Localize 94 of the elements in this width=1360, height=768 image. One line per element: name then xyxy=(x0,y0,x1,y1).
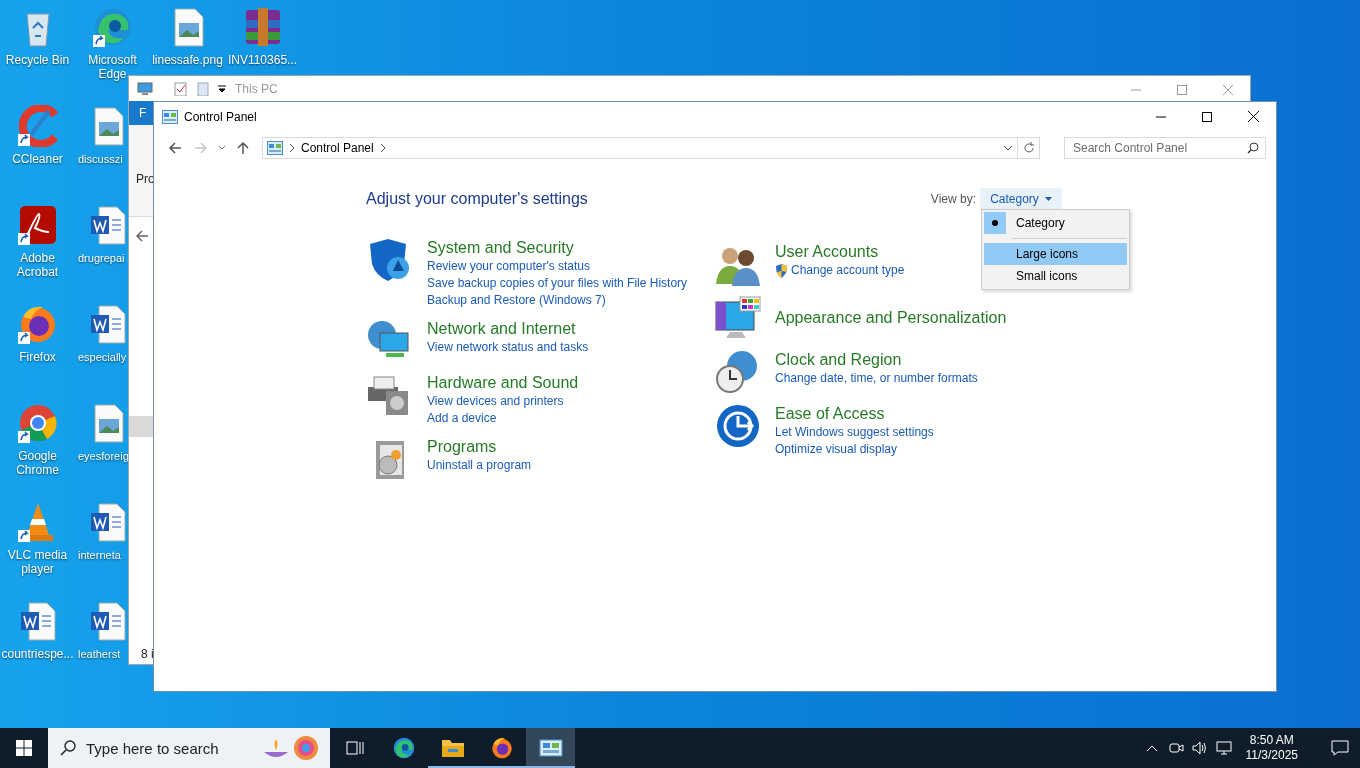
task-link[interactable]: View network status and tasks xyxy=(427,339,589,356)
desktop-icon-label[interactable]: Adobe Acrobat xyxy=(0,251,75,279)
caret-icon[interactable] xyxy=(217,83,227,94)
close-icon[interactable] xyxy=(1222,84,1234,96)
chrome-icon[interactable] xyxy=(16,402,59,444)
desktop-icon-label[interactable]: CCleaner xyxy=(12,152,63,166)
taskbar-search-box[interactable]: Type here to search xyxy=(48,728,330,768)
category-title-link[interactable]: Programs xyxy=(427,437,532,457)
category-title-link[interactable]: Hardware and Sound xyxy=(427,373,579,393)
desktop-icon-label[interactable]: VLC media player xyxy=(0,548,75,576)
refresh-icon xyxy=(1022,142,1035,154)
folder-icon xyxy=(440,737,465,759)
speech-bubble-icon xyxy=(1331,740,1349,756)
task-link[interactable]: Review your computer's status xyxy=(427,258,688,275)
monitor-palette-icon xyxy=(714,296,762,340)
control-panel-icon xyxy=(267,141,283,155)
menu-item[interactable]: Small icons xyxy=(984,265,1127,287)
task-link[interactable]: Add a device xyxy=(427,410,579,427)
dropdown-icon[interactable] xyxy=(1003,145,1013,151)
search-box[interactable]: Search Control Panel xyxy=(1064,137,1266,159)
task-link[interactable]: Let Windows suggest settings xyxy=(775,424,934,441)
date-text: 11/3/2025 xyxy=(1245,748,1298,763)
search-icon xyxy=(60,740,76,756)
task-link[interactable]: Save backup copies of your files with File History xyxy=(427,275,688,292)
caret-icon xyxy=(1044,197,1052,201)
task-link[interactable]: View devices and printers xyxy=(427,393,579,410)
chevron-icon xyxy=(289,144,295,152)
up-arrow-icon xyxy=(236,141,250,155)
uac-shield-icon xyxy=(775,263,788,278)
right-arrow-icon xyxy=(194,141,208,155)
desktop-icon-label[interactable]: interneta xyxy=(78,548,121,562)
task-view-icon xyxy=(345,740,364,756)
desktop-icon-label[interactable]: leatherst xyxy=(78,647,121,661)
computer-icon xyxy=(137,81,153,96)
category-title-link[interactable]: System and Security xyxy=(427,238,688,258)
left-arrow-icon xyxy=(168,141,182,155)
taskbar-search-field[interactable]: Type here to search xyxy=(86,739,250,757)
desktop-icon-label[interactable]: countriespe... xyxy=(1,647,74,661)
control-panel-icon xyxy=(162,109,178,124)
network-icon[interactable] xyxy=(1215,740,1232,756)
task-link[interactable]: Change account type xyxy=(775,262,905,279)
desktop-icon-label[interactable]: eyesforeig xyxy=(78,449,129,463)
view-by-dropdown[interactable]: Category xyxy=(980,188,1062,210)
page-heading: Adjust your computer's settings xyxy=(366,190,588,208)
volume-icon[interactable] xyxy=(1191,740,1208,756)
task-link[interactable]: Backup and Restore (Windows 7) xyxy=(427,292,688,309)
desktop-icon-label[interactable]: discusszi xyxy=(78,152,123,166)
desktop-icon-label[interactable]: drugrepai xyxy=(78,251,125,265)
close-icon xyxy=(1247,111,1259,122)
back-arrow-icon[interactable] xyxy=(135,229,149,243)
breadcrumb[interactable]: Control Panel xyxy=(301,141,374,155)
category-title-link[interactable]: Appearance and Personalization xyxy=(775,308,1007,328)
desktop-icon-label[interactable]: Microsoft Edge xyxy=(75,53,150,81)
desktop-icon-label[interactable]: Firefox xyxy=(19,350,56,364)
control-panel-icon xyxy=(538,738,563,758)
window-title: Control Panel xyxy=(184,109,257,124)
task-link[interactable]: Optimize visual display xyxy=(775,441,934,458)
accessibility-icon xyxy=(714,404,762,448)
task-link[interactable]: Uninstall a program xyxy=(427,457,532,474)
firefox-icon xyxy=(489,736,514,760)
maximize-icon xyxy=(1202,111,1212,122)
edge-icon xyxy=(391,736,416,760)
address-bar[interactable]: Control Panel xyxy=(262,137,1018,159)
category-title-link[interactable]: Clock and Region xyxy=(775,350,978,370)
ccleaner-icon[interactable] xyxy=(16,105,59,147)
camera-icon[interactable] xyxy=(1167,740,1184,756)
window-title: This PC xyxy=(235,81,278,96)
maximize-icon[interactable] xyxy=(1176,84,1188,96)
edge-icon[interactable] xyxy=(91,6,134,48)
desktop-icon-label[interactable]: INV110365... xyxy=(227,53,298,67)
pdf-icon[interactable] xyxy=(16,204,59,246)
desktop-icon-label[interactable]: Google Chrome xyxy=(0,449,75,477)
status-text: 8 i xyxy=(141,647,154,661)
category-title-link[interactable]: User Accounts xyxy=(775,242,905,262)
refresh-button[interactable] xyxy=(1018,137,1040,159)
windows-logo-icon xyxy=(16,740,32,756)
taskbar-app-button[interactable] xyxy=(526,728,575,768)
desktop-icon-label[interactable]: especially xyxy=(78,350,127,364)
desktop-icon-label[interactable]: linessafe.png xyxy=(152,53,223,67)
bullet-icon xyxy=(992,220,998,226)
caret-icon xyxy=(218,145,226,151)
menu-item[interactable]: Category xyxy=(984,212,1127,234)
clock[interactable]: 8:50 AM 11/3/2025 xyxy=(1245,733,1298,763)
ribbon-tab[interactable]: F xyxy=(129,101,154,125)
view-by-label: View by: xyxy=(930,192,976,206)
search-icon xyxy=(1247,142,1259,154)
category-title-link[interactable]: Network and Internet xyxy=(427,319,589,339)
desktop-icon-label[interactable]: Recycle Bin xyxy=(5,53,70,67)
task-link[interactable]: Change date, time, or number formats xyxy=(775,370,978,387)
chevron-icon xyxy=(379,144,386,152)
time-text: 8:50 AM xyxy=(1249,733,1294,748)
menu-item[interactable]: Large icons xyxy=(984,243,1127,265)
category-title-link[interactable]: Ease of Access xyxy=(775,404,934,424)
search-field[interactable]: Search Control Panel xyxy=(1073,139,1233,157)
